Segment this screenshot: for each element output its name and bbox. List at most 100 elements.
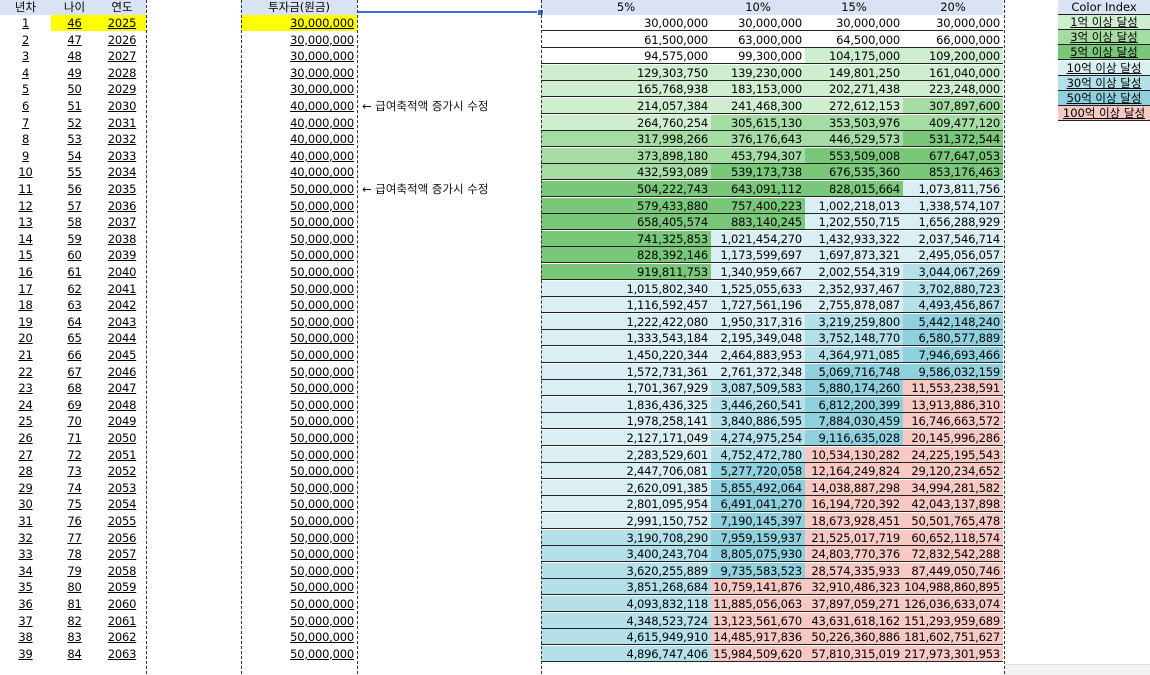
cell-rate-10[interactable]: 7,190,145,397 xyxy=(711,513,805,529)
cell-rate-15[interactable]: 12,164,249,824 xyxy=(805,463,903,480)
cell-rate-15[interactable]: 5,069,716,748 xyxy=(805,363,903,380)
cell-year[interactable]: 2049 xyxy=(98,413,146,429)
cell-rate-20[interactable]: 2,495,056,057 xyxy=(903,247,1003,264)
cell-rate-20[interactable]: 6,580,577,889 xyxy=(903,330,1003,347)
cell-rate-15[interactable]: 10,534,130,282 xyxy=(805,446,903,463)
cell-year-no[interactable]: 10 xyxy=(0,164,51,180)
cell-rate-20[interactable]: 50,501,765,478 xyxy=(903,513,1003,529)
cell-year-no[interactable]: 24 xyxy=(0,397,51,413)
cell-rate-5[interactable]: 317,998,266 xyxy=(541,131,711,148)
cell-investment[interactable]: 40,000,000 xyxy=(241,148,357,164)
cell-year-no[interactable]: 2 xyxy=(0,32,51,48)
header-age[interactable]: 나이 xyxy=(51,0,98,15)
cell-age[interactable]: 68 xyxy=(51,380,98,396)
cell-age[interactable]: 80 xyxy=(51,579,98,595)
cell-year[interactable]: 2059 xyxy=(98,579,146,595)
cell-rate-10[interactable]: 539,173,738 xyxy=(711,164,805,181)
cell-rate-5[interactable]: 165,768,938 xyxy=(541,81,711,98)
cell-rate-20[interactable]: 66,000,000 xyxy=(903,32,1003,48)
cell-year[interactable]: 2056 xyxy=(98,530,146,546)
header-rate-10[interactable]: 10% xyxy=(711,0,805,15)
cell-age[interactable]: 79 xyxy=(51,563,98,579)
cell-rate-15[interactable]: 28,574,335,933 xyxy=(805,562,903,579)
cell-investment[interactable]: 50,000,000 xyxy=(241,264,357,280)
cell-rate-10[interactable]: 14,485,917,836 xyxy=(711,629,805,646)
cell-rate-10[interactable]: 883,140,245 xyxy=(711,214,805,231)
cell-age[interactable]: 51 xyxy=(51,98,98,114)
cell-year-no[interactable]: 33 xyxy=(0,546,51,562)
cell-rate-5[interactable]: 1,116,592,457 xyxy=(541,297,711,314)
cell-year-no[interactable]: 9 xyxy=(0,148,51,164)
cell-rate-15[interactable]: 57,810,315,019 xyxy=(805,645,903,662)
cell-rate-10[interactable]: 30,000,000 xyxy=(711,15,805,31)
cell-rate-15[interactable]: 9,116,635,028 xyxy=(805,430,903,446)
cell-rate-20[interactable]: 409,477,120 xyxy=(903,114,1003,131)
cell-rate-5[interactable]: 2,620,091,385 xyxy=(541,479,711,496)
cell-year-no[interactable]: 39 xyxy=(0,646,51,662)
cell-rate-5[interactable]: 1,836,436,325 xyxy=(541,396,711,413)
cell-rate-15[interactable]: 1,202,550,715 xyxy=(805,214,903,231)
cell-rate-5[interactable]: 94,575,000 xyxy=(541,48,711,65)
cell-rate-5[interactable]: 2,127,171,049 xyxy=(541,430,711,446)
cell-rate-5[interactable]: 2,991,150,752 xyxy=(541,513,711,529)
cell-year[interactable]: 2039 xyxy=(98,247,146,263)
cell-rate-20[interactable]: 217,973,301,953 xyxy=(903,645,1003,662)
cell-year[interactable]: 2052 xyxy=(98,463,146,479)
cell-year[interactable]: 2030 xyxy=(98,98,146,114)
cell-rate-10[interactable]: 5,277,720,058 xyxy=(711,463,805,480)
cell-rate-20[interactable]: 24,225,195,543 xyxy=(903,446,1003,463)
cell-rate-15[interactable]: 32,910,486,323 xyxy=(805,579,903,596)
cell-year[interactable]: 2034 xyxy=(98,164,146,180)
cell-rate-10[interactable]: 63,000,000 xyxy=(711,32,805,48)
cell-rate-5[interactable]: 828,392,146 xyxy=(541,247,711,264)
cell-rate-10[interactable]: 4,274,975,254 xyxy=(711,430,805,446)
cell-rate-15[interactable]: 3,219,259,800 xyxy=(805,313,903,330)
cell-rate-10[interactable]: 10,759,141,876 xyxy=(711,579,805,596)
cell-investment[interactable]: 30,000,000 xyxy=(241,15,357,31)
cell-age[interactable]: 67 xyxy=(51,364,98,380)
cell-rate-20[interactable]: 30,000,000 xyxy=(903,15,1003,31)
cell-rate-15[interactable]: 2,352,937,467 xyxy=(805,280,903,297)
cell-rate-15[interactable]: 30,000,000 xyxy=(805,15,903,31)
active-cell-selection[interactable] xyxy=(357,0,541,13)
cell-rate-15[interactable]: 2,002,554,319 xyxy=(805,264,903,280)
cell-rate-20[interactable]: 531,372,544 xyxy=(903,131,1003,148)
cell-year[interactable]: 2043 xyxy=(98,314,146,330)
cell-investment[interactable]: 50,000,000 xyxy=(241,330,357,346)
cell-rate-5[interactable]: 4,615,949,910 xyxy=(541,629,711,646)
cell-rate-10[interactable]: 4,752,472,780 xyxy=(711,446,805,463)
cell-age[interactable]: 62 xyxy=(51,281,98,297)
cell-rate-15[interactable]: 202,271,438 xyxy=(805,81,903,98)
cell-rate-20[interactable]: 2,037,546,714 xyxy=(903,230,1003,247)
cell-rate-10[interactable]: 183,153,000 xyxy=(711,81,805,98)
cell-investment[interactable]: 50,000,000 xyxy=(241,546,357,562)
cell-rate-20[interactable]: 853,176,463 xyxy=(903,164,1003,181)
cell-rate-10[interactable]: 8,805,075,930 xyxy=(711,546,805,563)
cell-investment[interactable]: 50,000,000 xyxy=(241,563,357,579)
cell-rate-5[interactable]: 741,325,853 xyxy=(541,230,711,247)
cell-age[interactable]: 47 xyxy=(51,32,98,48)
cell-rate-5[interactable]: 504,222,743 xyxy=(541,181,711,197)
cell-investment[interactable]: 30,000,000 xyxy=(241,48,357,64)
cell-year-no[interactable]: 18 xyxy=(0,297,51,313)
legend-item[interactable]: 10억 이상 달성 xyxy=(1058,60,1150,76)
cell-age[interactable]: 84 xyxy=(51,646,98,662)
cell-rate-20[interactable]: 7,946,693,466 xyxy=(903,347,1003,363)
cell-year[interactable]: 2054 xyxy=(98,496,146,512)
header-year[interactable]: 연도 xyxy=(98,0,146,15)
cell-rate-20[interactable]: 11,553,238,591 xyxy=(903,380,1003,397)
cell-rate-15[interactable]: 64,500,000 xyxy=(805,32,903,48)
cell-rate-10[interactable]: 11,885,056,063 xyxy=(711,596,805,612)
cell-year[interactable]: 2055 xyxy=(98,513,146,529)
cell-year-no[interactable]: 22 xyxy=(0,364,51,380)
cell-year[interactable]: 2051 xyxy=(98,447,146,463)
cell-rate-20[interactable]: 1,656,288,929 xyxy=(903,214,1003,231)
cell-rate-20[interactable]: 20,145,996,286 xyxy=(903,430,1003,446)
cell-year[interactable]: 2029 xyxy=(98,81,146,97)
cell-rate-5[interactable]: 4,093,832,118 xyxy=(541,596,711,612)
cell-year[interactable]: 2060 xyxy=(98,596,146,612)
cell-rate-15[interactable]: 2,755,878,087 xyxy=(805,297,903,314)
cell-rate-20[interactable]: 307,897,600 xyxy=(903,98,1003,114)
cell-age[interactable]: 56 xyxy=(51,181,98,197)
cell-year[interactable]: 2048 xyxy=(98,397,146,413)
